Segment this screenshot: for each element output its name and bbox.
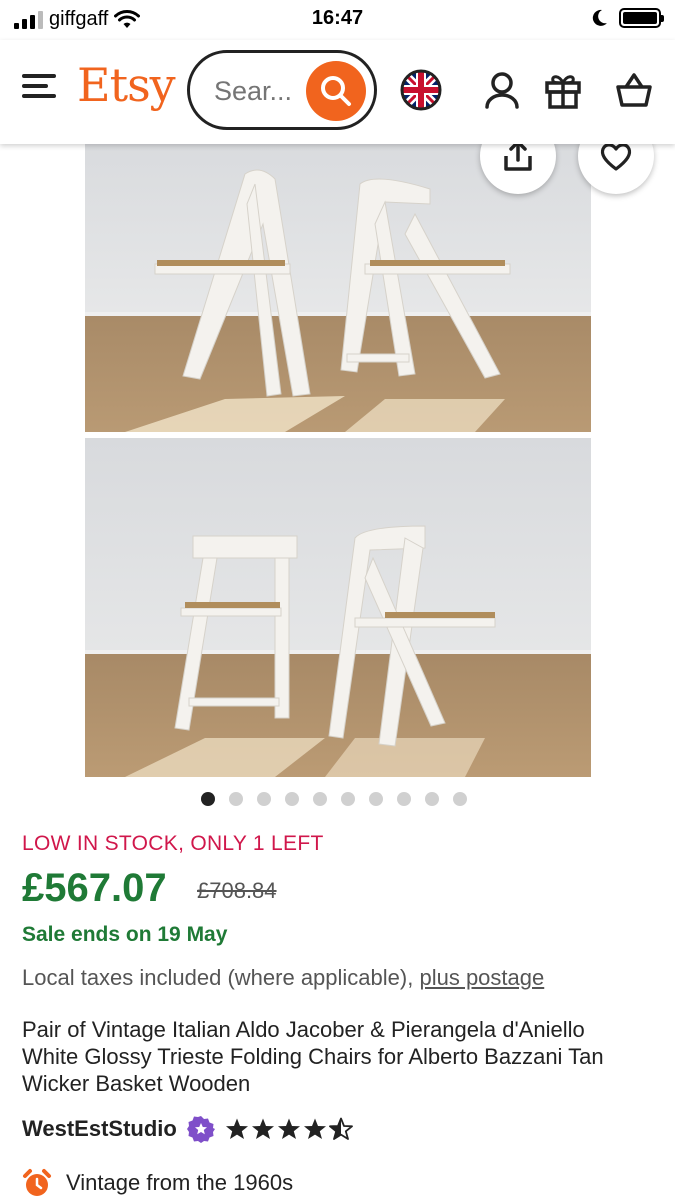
- sale-price: £567.07: [22, 866, 167, 910]
- app-header: Etsy: [0, 40, 675, 144]
- shop-info: WestEstStudio: [22, 1115, 353, 1143]
- star-icon: [225, 1118, 248, 1139]
- alarm-clock-icon: [23, 1169, 51, 1196]
- status-time: 16:47: [311, 7, 364, 29]
- basket-icon[interactable]: [612, 68, 656, 112]
- moon-icon: [592, 9, 607, 26]
- pagination-dot[interactable]: [397, 792, 411, 806]
- stock-warning: LOW IN STOCK, ONLY 1 LEFT: [22, 832, 324, 855]
- status-bar: giffgaff 16:47: [0, 0, 675, 40]
- battery-icon: [619, 8, 664, 28]
- pagination-dot[interactable]: [425, 792, 439, 806]
- product-photo-2[interactable]: [85, 438, 591, 777]
- original-price: £708.84: [197, 878, 277, 903]
- pagination-dot[interactable]: [201, 792, 215, 806]
- star-icon: [251, 1118, 274, 1139]
- half-star-icon: [328, 1117, 353, 1140]
- menu-icon[interactable]: [22, 74, 56, 102]
- pagination-dot[interactable]: [341, 792, 355, 806]
- gallery-pagination[interactable]: [201, 792, 467, 806]
- pagination-dot[interactable]: [453, 792, 467, 806]
- uk-flag-icon[interactable]: [399, 68, 443, 112]
- star-icon: [277, 1118, 300, 1139]
- postage-link[interactable]: plus postage: [419, 965, 544, 990]
- user-icon[interactable]: [480, 68, 524, 112]
- search-box[interactable]: [187, 50, 377, 130]
- gift-icon[interactable]: [541, 68, 585, 112]
- pagination-dot[interactable]: [229, 792, 243, 806]
- search-button[interactable]: [306, 61, 366, 121]
- shop-name-link[interactable]: WestEstStudio: [22, 1116, 177, 1142]
- vintage-label: Vintage from the 1960s: [66, 1170, 294, 1195]
- product-gallery[interactable]: [85, 144, 591, 777]
- taxes-note: Local taxes included (where applicable),…: [22, 965, 544, 991]
- pagination-dot[interactable]: [257, 792, 271, 806]
- pagination-dot[interactable]: [369, 792, 383, 806]
- rating-stars: [225, 1117, 353, 1141]
- star-icon: [303, 1118, 326, 1139]
- search-icon: [321, 76, 351, 106]
- search-input[interactable]: [214, 76, 304, 107]
- product-title: Pair of Vintage Italian Aldo Jacober & P…: [22, 1017, 604, 1096]
- star-seller-badge-icon: [186, 1116, 215, 1143]
- pagination-dot[interactable]: [313, 792, 327, 806]
- etsy-logo[interactable]: Etsy: [77, 58, 176, 112]
- sale-ends-label: Sale ends on 19 May: [22, 923, 228, 946]
- taxes-text: Local taxes included (where applicable),: [22, 965, 414, 990]
- status-right: [589, 8, 664, 28]
- pagination-dot[interactable]: [285, 792, 299, 806]
- vintage-info: Vintage from the 1960s: [22, 1168, 293, 1198]
